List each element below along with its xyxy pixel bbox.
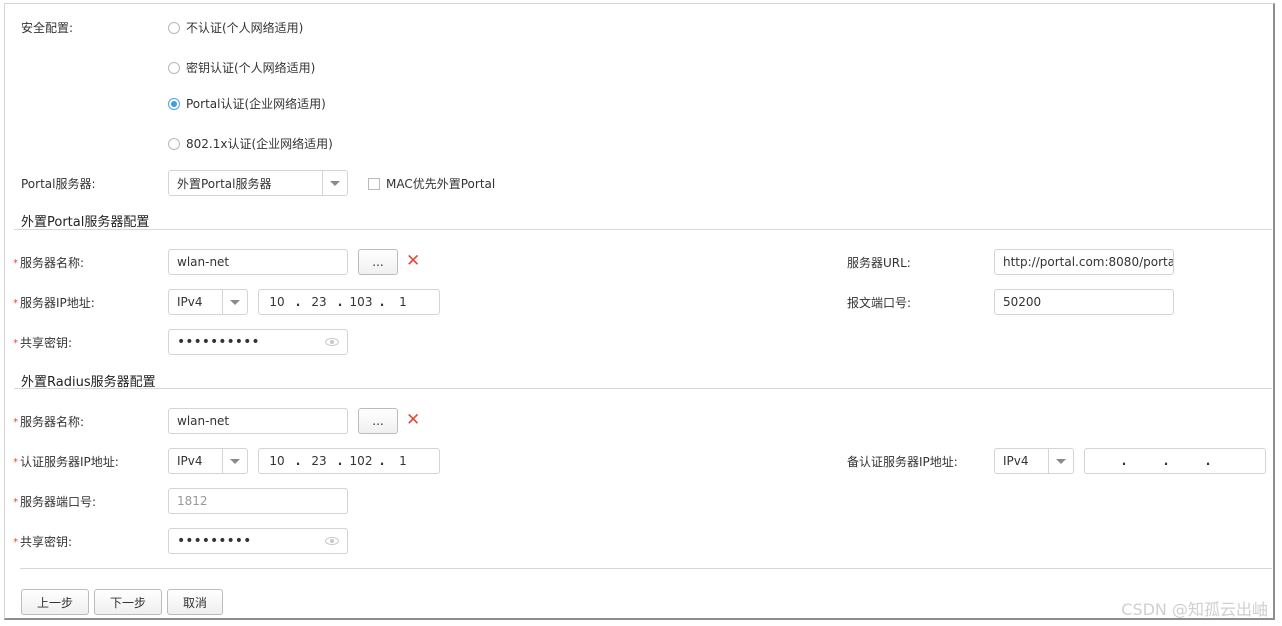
required-mark: * [13, 537, 18, 548]
portal-browse-button[interactable]: ... [358, 249, 398, 275]
ip-octet[interactable]: 10 [259, 454, 295, 468]
radio-no-auth[interactable]: 不认证(个人网络适用) [168, 19, 303, 36]
radius-backup-ip-type-select[interactable]: IPv4 [994, 448, 1074, 474]
ip-octet[interactable]: 103 [343, 295, 379, 309]
required-mark: * [13, 417, 18, 428]
required-mark: * [13, 497, 18, 508]
mac-priority-checkbox[interactable]: MAC优先外置Portal [368, 175, 495, 192]
portal-server-select[interactable]: 外置Portal服务器 [168, 170, 348, 196]
portal-server-value: 外置Portal服务器 [177, 176, 272, 191]
ip-octet[interactable]: 23 [301, 295, 337, 309]
password-mask: ••••••••• [177, 533, 252, 549]
radio-no-auth-label: 不认证(个人网络适用) [186, 21, 304, 35]
radio-8021x-auth[interactable]: 802.1x认证(企业网络适用) [168, 135, 333, 152]
portal-key-label: * 共享密钥: [13, 336, 73, 350]
radius-backup-ip-type-value: IPv4 [1003, 454, 1029, 468]
divider [20, 568, 1272, 569]
radio-checked-icon[interactable] [168, 97, 180, 110]
ip-octet[interactable]: 102 [343, 454, 379, 468]
radio-key-auth-label: 密钥认证(个人网络适用) [186, 61, 316, 75]
security-label: 安全配置: [21, 21, 74, 35]
radio-8021x-auth-label: 802.1x认证(企业网络适用) [186, 137, 333, 151]
divider [14, 229, 1272, 230]
radio-portal-auth-label: Portal认证(企业网络适用) [186, 97, 326, 111]
portal-server-name-label: * 服务器名称: [13, 256, 85, 270]
chevron-down-icon[interactable] [222, 449, 247, 473]
mac-priority-label: MAC优先外置Portal [386, 177, 496, 191]
radius-ip-type-select[interactable]: IPv4 [168, 448, 248, 474]
close-icon[interactable]: ✕ [406, 253, 420, 270]
divider [14, 388, 1272, 389]
required-mark: * [13, 298, 18, 309]
ip-octet[interactable]: 1 [385, 295, 421, 309]
portal-url-input[interactable]: http://portal.com:8080/porta [994, 249, 1174, 275]
close-icon[interactable]: ✕ [406, 412, 420, 429]
radio-circle-icon[interactable] [168, 137, 180, 150]
radio-portal-auth[interactable]: Portal认证(企业网络适用) [168, 95, 326, 112]
radius-backup-ip-input[interactable]: . . . [1084, 448, 1266, 474]
prev-button[interactable]: 上一步 [21, 589, 89, 615]
ip-octet[interactable]: 23 [301, 454, 337, 468]
portal-config-title: 外置Portal服务器配置 [21, 215, 150, 230]
required-mark: * [13, 457, 18, 468]
required-mark: * [13, 258, 18, 269]
radius-browse-button[interactable]: ... [358, 408, 398, 434]
portal-port-input[interactable]: 50200 [994, 289, 1174, 315]
portal-ip-input[interactable]: 10. 23. 103. 1 [258, 289, 440, 315]
checkbox-icon[interactable] [368, 177, 380, 190]
portal-port-label: 报文端口号: [847, 296, 912, 310]
portal-ip-type-select[interactable]: IPv4 [168, 289, 248, 315]
radius-key-input[interactable]: ••••••••• [168, 528, 348, 554]
portal-key-input[interactable]: •••••••••• [168, 329, 348, 355]
radius-backup-ip-label: 备认证服务器IP地址: [847, 455, 958, 469]
password-mask: •••••••••• [177, 334, 260, 350]
portal-server-name-input[interactable]: wlan-net [168, 249, 348, 275]
chevron-down-icon[interactable] [222, 290, 247, 314]
watermark: CSDN @知孤云出岫 [1121, 600, 1268, 619]
radius-ip-type-value: IPv4 [177, 454, 203, 468]
next-button[interactable]: 下一步 [94, 589, 162, 615]
radius-ip-input[interactable]: 10. 23. 102. 1 [258, 448, 440, 474]
radio-key-auth[interactable]: 密钥认证(个人网络适用) [168, 59, 315, 76]
radio-circle-icon[interactable] [168, 21, 180, 34]
portal-ip-type-value: IPv4 [177, 295, 203, 309]
eye-icon[interactable] [325, 338, 339, 346]
portal-ip-label: * 服务器IP地址: [13, 296, 95, 310]
radius-ip-label: * 认证服务器IP地址: [13, 455, 119, 469]
radius-port-label: * 服务器端口号: [13, 495, 97, 509]
chevron-down-icon[interactable] [1048, 449, 1073, 473]
chevron-down-icon[interactable] [322, 171, 347, 195]
ip-octet[interactable]: 10 [259, 295, 295, 309]
portal-server-label: Portal服务器: [21, 177, 96, 191]
portal-url-label: 服务器URL: [847, 256, 911, 270]
radius-server-name-label: * 服务器名称: [13, 415, 85, 429]
eye-icon[interactable] [325, 537, 339, 545]
ip-octet[interactable]: 1 [385, 454, 421, 468]
radius-server-name-input[interactable]: wlan-net [168, 408, 348, 434]
radius-port-input[interactable]: 1812 [168, 488, 348, 514]
radius-key-label: * 共享密钥: [13, 535, 73, 549]
required-mark: * [13, 338, 18, 349]
radio-circle-icon[interactable] [168, 61, 180, 74]
cancel-button[interactable]: 取消 [167, 589, 223, 615]
